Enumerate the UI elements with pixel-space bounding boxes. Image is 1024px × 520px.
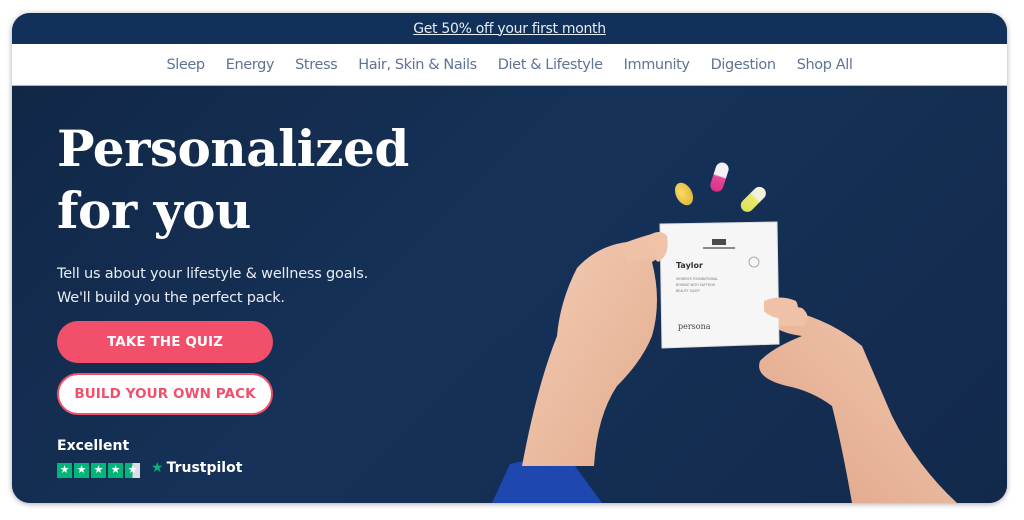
category-nav: Sleep Energy Stress Hair, Skin & Nails D… [12,44,1007,86]
rating-star-icon: ★ [74,463,89,478]
rating-star-icon: ★ [91,463,106,478]
trustpilot-logo[interactable]: ★ Trustpilot [151,460,242,476]
trustpilot-star-icon: ★ [151,460,164,476]
pack-item: BORAGE WITH SAFFRON [676,283,715,287]
nav-item-hair-skin-nails[interactable]: Hair, Skin & Nails [348,57,488,73]
subtext-line-2: We'll build you the perfect pack. [57,290,285,306]
hero-section: Taylor WOMEN'S FOUNDATIONAL BORAGE WITH … [12,86,1007,503]
trustpilot-brand: Trustpilot [166,460,243,476]
rating-star-icon: ★ [125,463,140,478]
browser-frame: Get 50% off your first month Sleep Energ… [12,13,1007,503]
nav-item-shop-all[interactable]: Shop All [786,57,863,73]
pink-capsule [710,162,729,192]
nav-item-sleep[interactable]: Sleep [156,57,215,73]
promo-link[interactable]: Get 50% off your first month [413,21,606,37]
trustpilot-stars[interactable]: ★ ★ ★ ★ ★ [57,463,140,478]
pack-brand: persona [678,322,711,331]
hero-headline: Personalized for you [57,118,409,242]
headline-line-2: for you [57,181,251,240]
left-hand [522,234,671,466]
barcode-icon [712,239,726,245]
take-quiz-button[interactable]: TAKE THE QUIZ [57,321,273,363]
headline-line-1: Personalized [57,119,409,178]
pack-name: Taylor [676,261,703,270]
nav-item-diet-lifestyle[interactable]: Diet & Lifestyle [487,57,613,73]
rating-star-icon: ★ [108,463,123,478]
softgel-pill [674,182,694,206]
rating-label: Excellent [57,438,130,454]
vitamin-pack: Taylor WOMEN'S FOUNDATIONAL BORAGE WITH … [659,221,780,349]
nav-item-stress[interactable]: Stress [285,57,348,73]
rating-star-icon: ★ [57,463,72,478]
hero-subtext: Tell us about your lifestyle & wellness … [57,262,368,310]
nav-item-immunity[interactable]: Immunity [613,57,700,73]
pack-item: BEAUTY SLEEP [676,289,699,293]
pack-item: WOMEN'S FOUNDATIONAL [676,277,718,281]
nav-item-digestion[interactable]: Digestion [700,57,786,73]
subtext-line-1: Tell us about your lifestyle & wellness … [57,266,368,282]
build-pack-button[interactable]: BUILD YOUR OWN PACK [57,373,273,415]
yellow-capsule [740,186,766,212]
nav-item-energy[interactable]: Energy [215,57,284,73]
promo-banner: Get 50% off your first month [12,13,1007,44]
right-hand [759,310,957,503]
